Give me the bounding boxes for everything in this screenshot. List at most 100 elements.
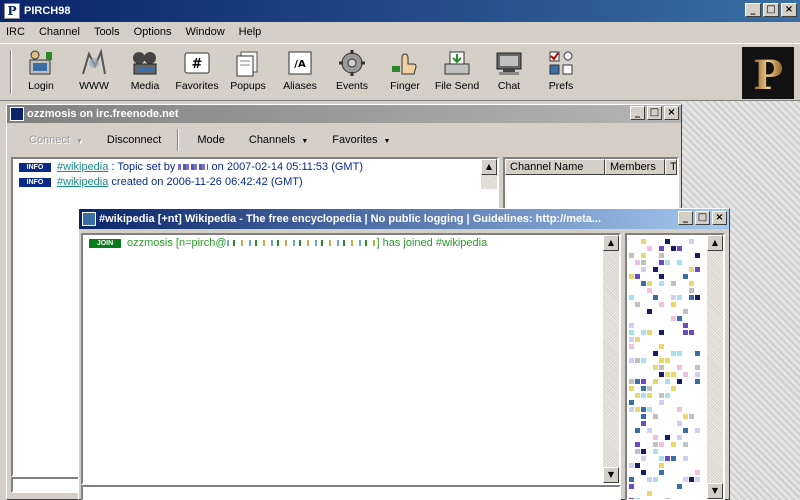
channel-link[interactable]: #wikipedia bbox=[57, 161, 108, 173]
user-list-entry-pixel bbox=[659, 302, 664, 307]
channel-close-button[interactable]: × bbox=[712, 211, 727, 225]
server-toolbar: Connect ▼ Disconnect Mode Channels ▼ Favor… bbox=[11, 127, 675, 153]
user-list-entry-pixel bbox=[659, 274, 664, 279]
aliases-icon: /A bbox=[285, 48, 315, 78]
disconnect-button[interactable]: Disconnect bbox=[95, 134, 173, 146]
user-list-entry-pixel bbox=[683, 309, 688, 314]
app-minimize-button[interactable]: _ bbox=[745, 3, 761, 17]
scroll-up-arrow[interactable]: ▲ bbox=[603, 235, 619, 251]
user-list-entry-pixel bbox=[641, 239, 646, 244]
user-list-entry-pixel bbox=[665, 260, 670, 265]
connect-dropdown-icon: ▼ bbox=[75, 138, 83, 145]
server-message-row: INFO #wikipedia created on 2006-11-26 06:… bbox=[19, 176, 303, 188]
user-list-entry-pixel bbox=[629, 337, 634, 342]
user-list-entry-pixel bbox=[689, 477, 694, 482]
user-list-entry-pixel bbox=[641, 449, 646, 454]
toolbar-prefs-button[interactable]: Prefs bbox=[536, 48, 586, 98]
channel-maximize-button[interactable]: □ bbox=[695, 211, 710, 225]
user-list-entry-pixel bbox=[671, 442, 676, 447]
menu-irc[interactable]: IRC bbox=[6, 26, 25, 38]
toolbar-www-button[interactable]: WWW bbox=[69, 48, 119, 98]
server-maximize-button[interactable]: □ bbox=[647, 106, 662, 120]
scroll-down-arrow[interactable]: ▼ bbox=[603, 467, 619, 483]
server-pane-scrollbar[interactable]: ▲ bbox=[481, 159, 497, 189]
user-list-entry-pixel bbox=[635, 407, 640, 412]
app-close-button[interactable]: × bbox=[781, 3, 797, 17]
user-list-entry-pixel bbox=[659, 365, 664, 370]
user-list-entry-pixel bbox=[671, 302, 676, 307]
user-list-entry-pixel bbox=[647, 281, 652, 286]
user-list-entry-pixel bbox=[647, 491, 652, 496]
channel-pane-scrollbar[interactable]: ▲ ▼ bbox=[603, 235, 619, 483]
user-list-entry-pixel bbox=[677, 365, 682, 370]
channels-dropdown-icon: ▼ bbox=[301, 138, 309, 145]
mode-button[interactable]: Mode bbox=[183, 134, 237, 146]
server-close-button[interactable]: × bbox=[664, 106, 679, 120]
channel-window-title-bar: #wikipedia [+nt] Wikipedia - The free en… bbox=[79, 209, 729, 229]
userlist-scrollbar[interactable]: ▲ ▼ bbox=[707, 235, 723, 499]
user-list-entry-pixel bbox=[683, 323, 688, 328]
user-list-entry-pixel bbox=[677, 351, 682, 356]
server-minimize-button[interactable]: _ bbox=[630, 106, 645, 120]
user-list-entry-pixel bbox=[653, 435, 658, 440]
user-list-entry-pixel bbox=[671, 295, 676, 300]
connect-button[interactable]: Connect ▼ bbox=[11, 134, 95, 146]
user-list-entry-pixel bbox=[653, 442, 658, 447]
info-badge: INFO bbox=[19, 177, 51, 187]
user-list-entry-pixel bbox=[641, 379, 646, 384]
toolbar-events-button[interactable]: Events bbox=[327, 48, 377, 98]
favorites-dropdown-icon: ▼ bbox=[383, 138, 391, 145]
user-list-entry-pixel bbox=[629, 484, 634, 489]
user-list-entry-pixel bbox=[641, 386, 646, 391]
menu-channel[interactable]: Channel bbox=[39, 26, 80, 38]
scroll-up-arrow[interactable]: ▲ bbox=[481, 159, 497, 175]
user-list-entry-pixel bbox=[629, 323, 634, 328]
server-input-field[interactable] bbox=[11, 477, 81, 493]
user-list-entry-pixel bbox=[659, 400, 664, 405]
user-list-entry-pixel bbox=[629, 386, 634, 391]
topic-column-header[interactable]: T bbox=[665, 159, 677, 175]
user-list-entry-pixel bbox=[695, 351, 700, 356]
server-window-title: ozzmosis on irc.freenode.net bbox=[27, 108, 179, 120]
menu-tools[interactable]: Tools bbox=[94, 26, 120, 38]
user-list-entry-pixel bbox=[659, 372, 664, 377]
toolbar-media-button[interactable]: Media bbox=[120, 48, 170, 98]
menu-options[interactable]: Options bbox=[134, 26, 172, 38]
user-list-entry-pixel bbox=[629, 344, 634, 349]
user-list-entry-pixel bbox=[671, 386, 676, 391]
user-list-entry-pixel bbox=[629, 295, 634, 300]
members-column-header[interactable]: Members bbox=[605, 159, 665, 175]
toolbar-favorites-button[interactable]: # Favorites bbox=[172, 48, 222, 98]
server-window-icon bbox=[10, 107, 24, 121]
user-list-entry-pixel bbox=[659, 246, 664, 251]
favorites-button[interactable]: Favorites ▼ bbox=[320, 134, 402, 146]
scroll-up-arrow[interactable]: ▲ bbox=[707, 235, 723, 251]
toolbar-file-send-button[interactable]: File Send bbox=[432, 48, 482, 98]
toolbar-popups-button[interactable]: Popups bbox=[223, 48, 273, 98]
channel-minimize-button[interactable]: _ bbox=[678, 211, 693, 225]
user-list-entry-pixel bbox=[689, 239, 694, 244]
user-list-entry-pixel bbox=[683, 456, 688, 461]
user-list-entry-pixel bbox=[695, 428, 700, 433]
user-list-entry-pixel bbox=[629, 253, 634, 258]
user-list-entry-pixel bbox=[665, 358, 670, 363]
user-list-entry-pixel bbox=[641, 414, 646, 419]
channel-input-field[interactable] bbox=[81, 485, 621, 500]
toolbar-chat-button[interactable]: Chat bbox=[484, 48, 534, 98]
channel-user-list[interactable]: ▲ ▼ bbox=[625, 233, 725, 500]
toolbar-aliases-button[interactable]: /A Aliases bbox=[275, 48, 325, 98]
user-list-entry-pixel bbox=[653, 351, 658, 356]
user-list-entry-pixel bbox=[659, 281, 664, 286]
channels-button[interactable]: Channels ▼ bbox=[237, 134, 320, 146]
toolbar-finger-button[interactable]: Finger bbox=[380, 48, 430, 98]
toolbar-login-button[interactable]: Login bbox=[16, 48, 66, 98]
user-list-entry-pixel bbox=[635, 260, 640, 265]
scroll-down-arrow[interactable]: ▼ bbox=[707, 483, 723, 499]
menu-help[interactable]: Help bbox=[239, 26, 262, 38]
menu-window[interactable]: Window bbox=[186, 26, 225, 38]
channel-name-column-header[interactable]: Channel Name bbox=[505, 159, 605, 175]
channel-link[interactable]: #wikipedia bbox=[57, 176, 108, 188]
user-list-entry-pixel bbox=[635, 442, 640, 447]
app-maximize-button[interactable]: □ bbox=[763, 3, 779, 17]
join-message-row: JOIN ozzmosis [n=pirch@] has joined #wiki… bbox=[89, 237, 487, 249]
